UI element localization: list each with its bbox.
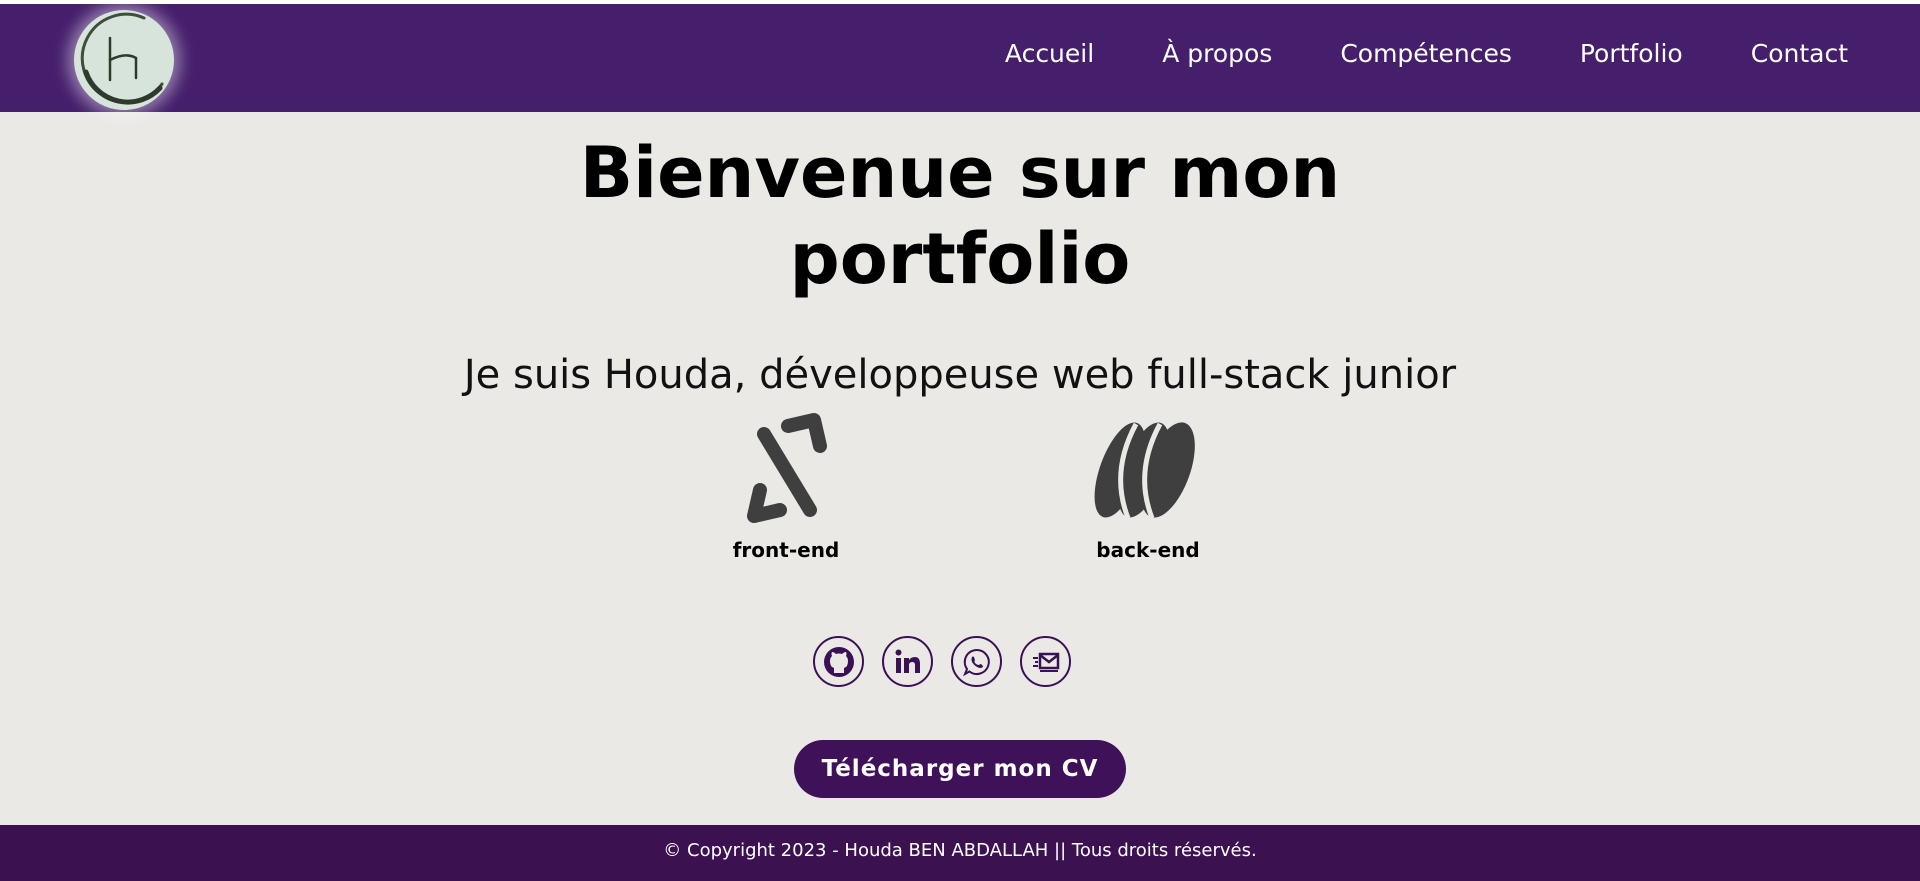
title-line-2: portfolio (789, 218, 1131, 300)
nav-a-propos[interactable]: À propos (1162, 34, 1272, 74)
social-links (813, 636, 1089, 687)
github-link[interactable] (813, 636, 864, 687)
mail-link[interactable] (1020, 636, 1071, 687)
whatsapp-icon (962, 648, 990, 676)
whatsapp-link[interactable] (951, 636, 1002, 687)
subtitle: Je suis Houda, développeuse web full-sta… (463, 352, 1457, 398)
skill-label: back-end (1096, 538, 1200, 562)
linkedin-icon (895, 649, 920, 673)
site-header: Accueil À propos Compétences Portfolio C… (0, 4, 1920, 112)
skill-front-end: front-end (686, 412, 886, 562)
mail-icon (1032, 652, 1059, 672)
linkedin-link[interactable] (882, 636, 933, 687)
skill-label: front-end (732, 538, 840, 562)
site-footer: © Copyright 2023 - Houda BEN ABDALLAH ||… (0, 825, 1920, 881)
code-icon (747, 413, 827, 523)
download-cv-button[interactable]: Télécharger mon CV (794, 740, 1126, 798)
title-line-1: Bienvenue sur mon (579, 132, 1341, 214)
copyright-text: © Copyright 2023 - Houda BEN ABDALLAH ||… (663, 840, 1257, 861)
logo[interactable] (74, 10, 174, 110)
nav-portfolio[interactable]: Portfolio (1580, 34, 1683, 74)
database-icon (1094, 422, 1195, 519)
hero-section: Bienvenue sur mon portfolio Je suis Houd… (0, 112, 1920, 825)
nav-accueil[interactable]: Accueil (1005, 34, 1094, 74)
nav-competences[interactable]: Compétences (1340, 34, 1512, 74)
page-title: Bienvenue sur mon portfolio (460, 130, 1460, 302)
nav-contact[interactable]: Contact (1751, 34, 1848, 74)
github-icon (823, 646, 854, 677)
logo-mark-icon (80, 12, 164, 105)
main-nav: Accueil À propos Compétences Portfolio C… (937, 34, 1848, 74)
skill-back-end: back-end (1048, 412, 1248, 562)
